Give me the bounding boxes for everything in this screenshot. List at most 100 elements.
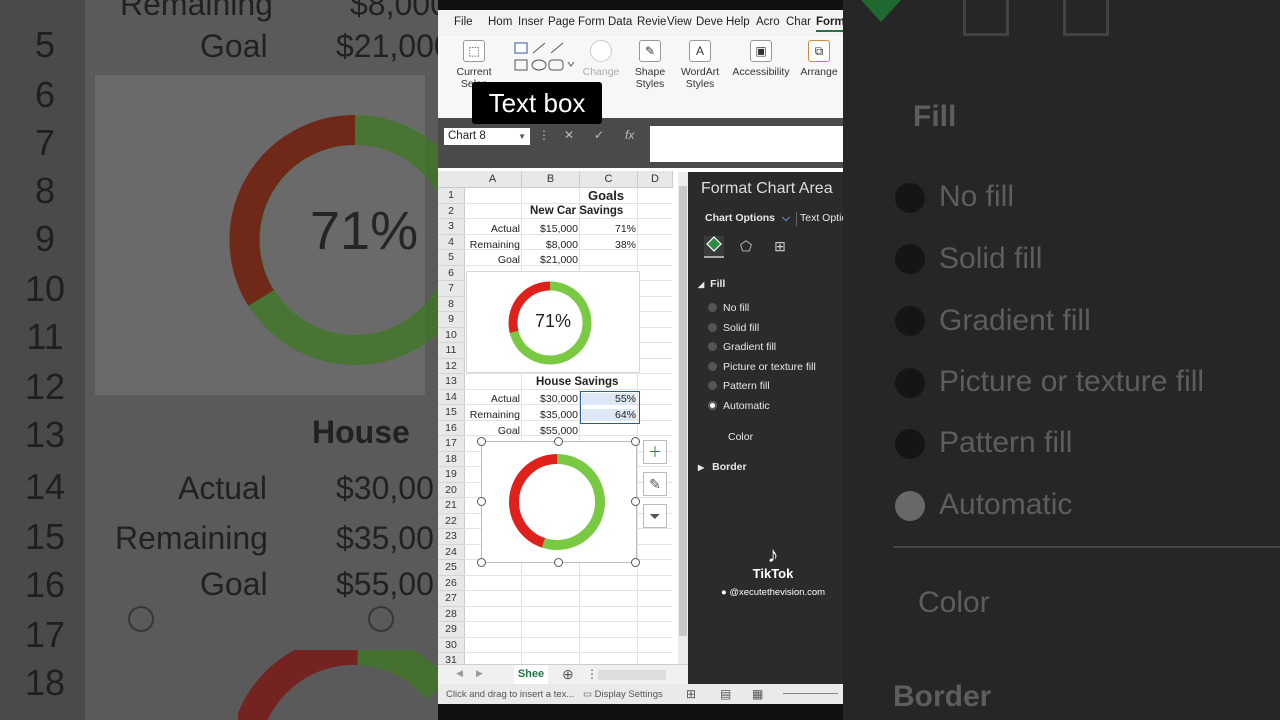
wordart-styles-button[interactable]: A WordArt Styles	[678, 40, 722, 90]
resize-handle-w[interactable]	[477, 497, 486, 506]
border-section[interactable]: ▶ Border	[698, 461, 747, 473]
row-header-5[interactable]: 5	[438, 250, 465, 266]
row-header-30[interactable]: 30	[438, 637, 465, 653]
row-header-27[interactable]: 27	[438, 591, 465, 607]
fill-line-icon[interactable]	[704, 236, 724, 258]
resize-handle-nw[interactable]	[477, 437, 486, 446]
row-header-24[interactable]: 24	[438, 544, 465, 560]
tab-developer[interactable]: Deve	[696, 16, 723, 28]
row-header-2[interactable]: 2	[438, 203, 465, 219]
effects-icon[interactable]: ⬠	[736, 236, 756, 256]
resize-handle-se[interactable]	[631, 558, 640, 567]
row-header-23[interactable]: 23	[438, 529, 465, 545]
resize-handle-n[interactable]	[554, 437, 563, 446]
add-sheet-icon[interactable]: ⊕	[562, 666, 574, 683]
car-savings-chart[interactable]: 71%	[466, 271, 640, 373]
tab-file[interactable]: File	[454, 16, 473, 28]
accessibility-button[interactable]: ▣ Accessibility	[731, 40, 791, 78]
page-break-icon[interactable]: ▦	[752, 687, 763, 701]
radio-button[interactable]	[708, 381, 717, 390]
row-header-14[interactable]: 14	[438, 389, 465, 405]
select-all-corner[interactable]	[438, 171, 465, 188]
cancel-icon[interactable]: ✕	[564, 128, 574, 142]
normal-view-icon[interactable]: ⊞	[686, 687, 696, 701]
car-goal-amount[interactable]: $21,000	[524, 254, 578, 266]
row-header-25[interactable]: 25	[438, 560, 465, 576]
car-remaining-label[interactable]: Remaining	[466, 239, 520, 251]
change-shape-button[interactable]: Change	[581, 40, 621, 78]
row-header-3[interactable]: 3	[438, 219, 465, 235]
row-header-9[interactable]: 9	[438, 312, 465, 328]
insert-shapes-gallery[interactable]	[513, 40, 575, 76]
row-header-4[interactable]: 4	[438, 234, 465, 250]
column-header-b[interactable]: B	[522, 171, 580, 188]
row-header-28[interactable]: 28	[438, 606, 465, 622]
chart-styles-button[interactable]: ✎	[643, 472, 667, 496]
option-pattern-fill[interactable]: Pattern fill	[708, 380, 770, 392]
tab-insert[interactable]: Inser	[518, 16, 544, 28]
row-header-17[interactable]: 17	[438, 436, 465, 452]
scroll-thumb[interactable]	[679, 186, 687, 636]
row-header-29[interactable]: 29	[438, 622, 465, 638]
row-header-1[interactable]: 1	[438, 188, 465, 204]
radio-button-selected[interactable]	[708, 401, 717, 410]
color-label[interactable]: Color	[728, 431, 753, 443]
tab-formulas[interactable]: Form	[578, 16, 605, 28]
house-savings-title[interactable]: House Savings	[536, 376, 618, 388]
car-goal-label[interactable]: Goal	[466, 254, 520, 266]
tab-text-options[interactable]: Text Optio	[800, 212, 843, 224]
house-goal-amount[interactable]: $55,000	[524, 425, 578, 437]
car-savings-title[interactable]: New Car Savings	[530, 205, 623, 217]
size-properties-icon[interactable]: ⊞	[770, 236, 790, 256]
tab-data[interactable]: Data	[608, 16, 632, 28]
option-no-fill[interactable]: No fill	[708, 302, 749, 314]
worksheet-grid[interactable]: A B C D 1 2 3 4 5 6 7 8 9 10 11 12 13 14 15 16 17 18 19 20 2…	[438, 171, 675, 669]
tab-chart-options[interactable]: Chart Options ⌵	[705, 212, 790, 225]
resize-handle-s[interactable]	[554, 558, 563, 567]
row-header-22[interactable]: 22	[438, 513, 465, 529]
car-actual-pct[interactable]: 71%	[582, 223, 636, 235]
page-layout-icon[interactable]: ▤	[720, 687, 731, 701]
scroll-right-icon[interactable]: ▶	[476, 668, 483, 679]
shape-styles-button[interactable]: ✎ Shape Styles	[632, 40, 668, 90]
house-remaining-label[interactable]: Remaining	[466, 409, 520, 421]
chart-elements-button[interactable]: ＋	[643, 440, 667, 464]
car-actual-label[interactable]: Actual	[466, 223, 520, 235]
tab-format[interactable]: Form	[816, 16, 843, 32]
fx-icon[interactable]: fx	[625, 128, 634, 142]
row-header-7[interactable]: 7	[438, 281, 465, 297]
car-remaining-pct[interactable]: 38%	[582, 239, 636, 251]
tab-view[interactable]: View	[667, 16, 692, 28]
car-actual-amount[interactable]: $15,000	[524, 223, 578, 235]
house-savings-chart[interactable]	[481, 441, 637, 563]
tab-home[interactable]: Hom	[488, 16, 512, 28]
row-header-12[interactable]: 12	[438, 358, 465, 374]
house-remaining-amount[interactable]: $35,000	[524, 409, 578, 421]
row-header-10[interactable]: 10	[438, 327, 465, 343]
option-gradient-fill[interactable]: Gradient fill	[708, 341, 776, 353]
zoom-slider[interactable]	[783, 693, 838, 694]
vertical-scrollbar[interactable]	[678, 172, 688, 666]
option-picture-fill[interactable]: Picture or texture fill	[708, 361, 816, 373]
row-header-13[interactable]: 13	[438, 374, 465, 390]
tab-help[interactable]: Help	[726, 16, 750, 28]
house-goal-label[interactable]: Goal	[466, 425, 520, 437]
tab-chart-design[interactable]: Char	[786, 16, 811, 28]
display-settings[interactable]: ▭ Display Settings	[583, 689, 663, 700]
tab-page-layout[interactable]: Page	[548, 16, 575, 28]
house-actual-label[interactable]: Actual	[466, 393, 520, 405]
name-box[interactable]: Chart 8 ▼	[444, 128, 530, 145]
radio-button[interactable]	[708, 342, 717, 351]
radio-button[interactable]	[708, 362, 717, 371]
resize-handle-ne[interactable]	[631, 437, 640, 446]
row-header-20[interactable]: 20	[438, 482, 465, 498]
chart-filters-button[interactable]: ⏷	[643, 504, 667, 528]
row-header-16[interactable]: 16	[438, 420, 465, 436]
radio-button[interactable]	[708, 303, 717, 312]
resize-handle-e[interactable]	[631, 497, 640, 506]
arrange-button[interactable]: ⧉ Arrange	[798, 40, 840, 78]
resize-handle-sw[interactable]	[477, 558, 486, 567]
row-header-6[interactable]: 6	[438, 265, 465, 281]
column-header-c[interactable]: C	[580, 171, 638, 188]
fill-section[interactable]: ◢ Fill	[698, 278, 725, 290]
